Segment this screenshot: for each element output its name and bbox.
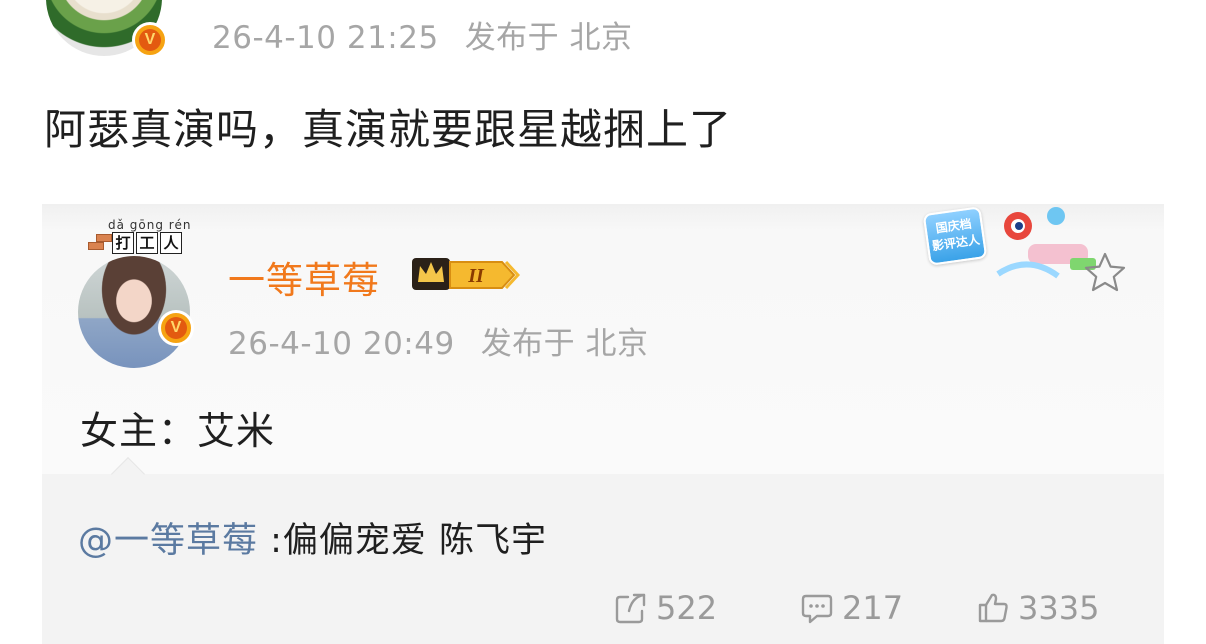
verified-badge-icon: V — [132, 22, 168, 58]
weibo-post-page: V 26-4-10 21:25 发布于 北京 阿瑟真演吗，真演就要跟星越捆上了 d… — [0, 0, 1206, 644]
mention-link[interactable]: @一等草莓 — [78, 521, 258, 561]
repost-meta: 26-4-10 20:49 发布于 北京 — [228, 318, 649, 363]
post-meta: 26-4-10 21:25 发布于 北京 — [212, 12, 633, 57]
like-count: 3335 — [1018, 589, 1100, 627]
thumbs-up-icon — [978, 593, 1008, 623]
sticker-label: 国庆档 影评达人 — [922, 206, 988, 266]
level-text: II — [467, 265, 485, 287]
repost-location: 北京 — [585, 326, 649, 362]
title-char: 打 — [112, 232, 134, 254]
like-button[interactable]: 3335 — [976, 586, 1099, 630]
brick-decoration — [96, 234, 112, 242]
title-char: 人 — [160, 232, 182, 254]
reposted-card[interactable]: dǎ gōng rén 打 工 人 V 一等草莓 II 26-4-10 20:4… — [42, 204, 1164, 644]
repost-button[interactable]: 522 — [614, 586, 717, 630]
verified-badge-icon: V — [158, 310, 194, 346]
post-timestamp: 26-4-10 21:25 — [212, 20, 439, 56]
repost-author-name[interactable]: 一等草莓 — [228, 250, 380, 304]
mention-line: @一等草莓 :偏偏宠爱 陈飞宇 — [78, 512, 547, 563]
comment-count: 217 — [842, 589, 904, 627]
repost-icon — [615, 593, 646, 624]
verified-v-glyph: V — [165, 317, 187, 339]
repost-count: 522 — [656, 589, 718, 627]
comment-icon — [801, 594, 833, 624]
repost-timestamp: 26-4-10 20:49 — [228, 326, 455, 362]
action-bar: 522 217 3335 — [42, 586, 1164, 630]
favorite-star-icon[interactable] — [1082, 250, 1128, 296]
repost-location-prefix: 发布于 — [480, 326, 576, 362]
worker-title-badge: 打 工 人 — [88, 230, 188, 256]
post-location-prefix: 发布于 — [464, 20, 560, 56]
post-text: 阿瑟真演吗，真演就要跟星越捆上了 — [44, 105, 733, 154]
title-char: 工 — [136, 232, 158, 254]
verified-v-glyph: V — [139, 29, 161, 51]
crown-level-icon: II — [412, 258, 520, 290]
brick-decoration — [88, 242, 104, 250]
repost-text: 女主：艾米 — [80, 409, 276, 453]
comment-button[interactable]: 217 — [800, 586, 903, 630]
mention-text: :偏偏宠爱 陈飞宇 — [258, 521, 548, 561]
post-location: 北京 — [569, 20, 633, 56]
